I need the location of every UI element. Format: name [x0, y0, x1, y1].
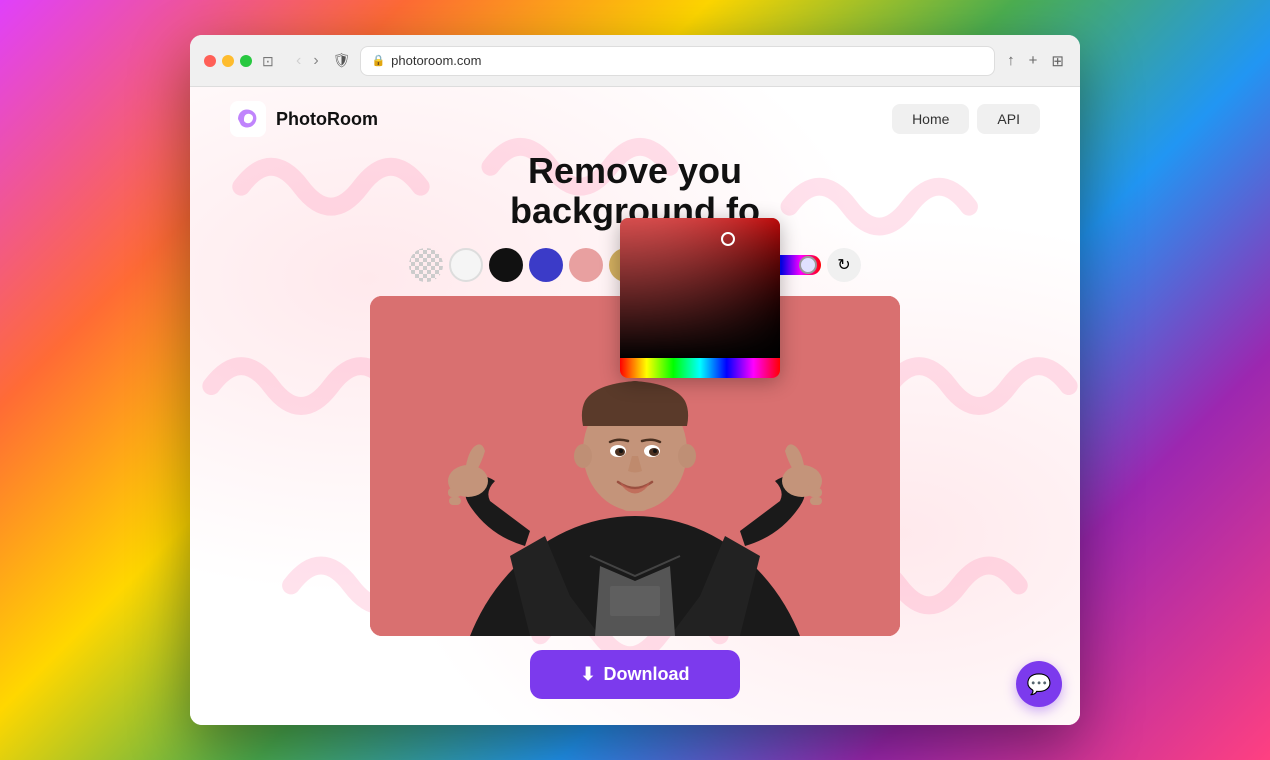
blue-swatch[interactable]: [529, 248, 563, 282]
nav-links: Home API: [892, 104, 1040, 134]
transparent-swatch[interactable]: [409, 248, 443, 282]
photoroom-logo-icon: [230, 101, 266, 137]
api-nav-button[interactable]: API: [977, 104, 1040, 134]
close-button[interactable]: [204, 55, 216, 67]
address-bar[interactable]: 🔒 photoroom.com: [360, 46, 995, 76]
url-text: photoroom.com: [391, 53, 481, 68]
forward-button[interactable]: ›: [309, 50, 322, 72]
sidebar-icon[interactable]: ⊡: [262, 53, 278, 69]
hero-title-line1: Remove you: [528, 150, 742, 191]
site-content: PhotoRoom Home API Remove you background…: [190, 87, 1080, 725]
logo-text: PhotoRoom: [276, 109, 378, 130]
lock-icon: 🔒: [371, 54, 385, 67]
tabs-icon[interactable]: ⊞: [1049, 50, 1066, 72]
browser-window: ⊡ ‹ › 🛡 🔒 photoroom.com ↑ + ⊞: [190, 35, 1080, 725]
share-icon[interactable]: ↑: [1005, 50, 1017, 71]
black-swatch[interactable]: [489, 248, 523, 282]
site-header: PhotoRoom Home API: [190, 87, 1080, 151]
minimize-button[interactable]: [222, 55, 234, 67]
nav-arrows: ‹ ›: [292, 50, 323, 72]
traffic-lights: [204, 55, 252, 67]
color-gradient-field[interactable]: [620, 218, 780, 358]
browser-chrome: ⊡ ‹ › 🛡 🔒 photoroom.com ↑ + ⊞: [190, 35, 1080, 87]
site-main: Remove you background fo: [190, 151, 1080, 725]
download-button[interactable]: ⬇ Download: [530, 650, 739, 699]
maximize-button[interactable]: [240, 55, 252, 67]
back-button[interactable]: ‹: [292, 50, 305, 72]
logo-area: PhotoRoom: [230, 101, 378, 137]
pink-swatch[interactable]: [569, 248, 603, 282]
add-tab-icon[interactable]: +: [1027, 50, 1040, 71]
download-label: Download: [604, 664, 690, 685]
white-swatch[interactable]: [449, 248, 483, 282]
home-nav-button[interactable]: Home: [892, 104, 969, 134]
gradient-bar-handle: [799, 256, 817, 274]
browser-actions: ↑ + ⊞: [1005, 50, 1066, 72]
download-icon: ⬇: [580, 664, 595, 685]
hue-slider[interactable]: [620, 358, 780, 378]
chat-icon: 💬: [1027, 672, 1052, 697]
security-icons: 🛡: [333, 52, 351, 69]
chat-widget[interactable]: 💬: [1016, 661, 1062, 707]
rotate-button[interactable]: ↻: [827, 248, 861, 282]
color-picker-popup[interactable]: [620, 218, 780, 378]
shield-icon: 🛡: [333, 52, 351, 69]
